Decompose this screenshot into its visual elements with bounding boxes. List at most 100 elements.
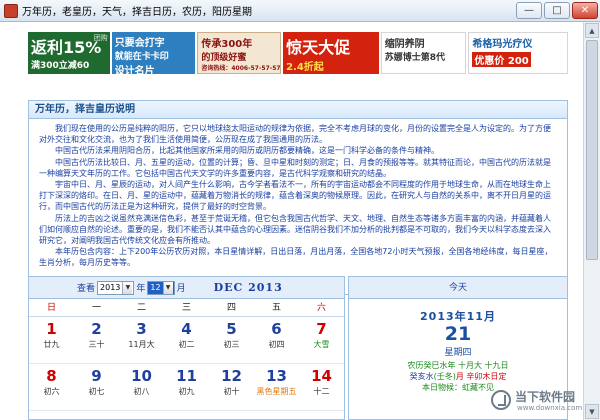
weekday-header: 六 bbox=[316, 303, 326, 313]
calendar-day-cell[interactable]: 6 初四 bbox=[254, 317, 299, 363]
view-label: 查看 bbox=[77, 284, 96, 294]
panel-body: 我们现在使用的公历是纯粹的阳历，它只以地球绕太阳运动的规律为依据，完全不考虑月球… bbox=[29, 119, 567, 269]
day-number: 7 bbox=[316, 320, 327, 338]
year-select[interactable]: 2013 ▼ bbox=[97, 280, 135, 295]
minimize-button[interactable]: — bbox=[516, 2, 542, 19]
ad-banner-rebate[interactable]: 团购 返利15% 满300立减60 bbox=[28, 32, 110, 74]
ad-banner-health[interactable]: 缩阴养阴 苏娜博士第8代 bbox=[380, 32, 467, 74]
app-client-area: 团购 返利15% 满300立减60 只要会打字 就能在卡卡印 设计名片 传承30… bbox=[0, 22, 583, 420]
panel-title: 万年历，择吉皇历说明 bbox=[29, 101, 567, 119]
ad-banner-business-cards[interactable]: 只要会打字 就能在卡卡印 设计名片 bbox=[111, 32, 196, 74]
weekday-header-row: 日 一 二 三 四 五 六 bbox=[29, 299, 344, 317]
today-lunar-date: 农历癸巳水年 十月大 十九日 bbox=[407, 361, 509, 370]
today-weekday: 星期四 bbox=[444, 348, 472, 358]
ad-banner-sale[interactable]: 惊天大促 2.4折起 bbox=[283, 32, 379, 74]
maximize-button[interactable]: □ bbox=[544, 2, 570, 19]
close-button[interactable]: ✕ bbox=[572, 2, 598, 19]
ad-subline: 的顶级好蜜 bbox=[201, 53, 247, 63]
day-number: 9 bbox=[91, 367, 102, 385]
site-watermark: 当下软件园 www.downxia.com bbox=[491, 386, 582, 416]
panel-paragraph: 宇宙中日、月、星辰的运动，对人间产生什么影响，古今学者看法不一，所有的宇宙运动都… bbox=[39, 180, 551, 212]
day-number: 5 bbox=[226, 320, 237, 338]
calendar-day-cell[interactable]: 7 大雪 bbox=[299, 317, 344, 363]
day-number: 3 bbox=[136, 320, 147, 338]
ad-banner-honey[interactable]: 传承300年 的顶级好蜜 咨询热线：4006-57-57-57 bbox=[197, 32, 282, 74]
watermark-logo-icon bbox=[491, 390, 511, 410]
day-number: 2 bbox=[91, 320, 102, 338]
day-lunar-label: 初十 bbox=[223, 387, 240, 396]
ad-tag: 团购 bbox=[93, 34, 108, 42]
day-lunar-label: 廿九 bbox=[43, 340, 60, 349]
day-number: 6 bbox=[271, 320, 282, 338]
watermark-cn: 当下软件园 bbox=[515, 390, 576, 404]
today-ganzhi-year: 癸亥水 bbox=[409, 372, 434, 381]
ad-headline: 只要会打字 bbox=[114, 38, 165, 49]
calendar-day-cell[interactable]: 4 初二 bbox=[164, 317, 209, 363]
calendar-week-row: 8 初六 9 初七 10 初八 11 初九 12 初十 13 黑色星期五 14 十二 bbox=[29, 364, 344, 411]
today-ganzhi-season: (壬冬) bbox=[433, 372, 456, 381]
ad-subline: 苏娜博士第8代 bbox=[384, 53, 445, 63]
scrollbar-thumb[interactable] bbox=[586, 40, 598, 260]
year-unit-label: 年 bbox=[136, 284, 146, 294]
calendar-toolbar: 查看 2013 ▼ 年 12 ▼ 月 DEC 2013 bbox=[29, 277, 344, 299]
day-number: 14 bbox=[311, 367, 332, 385]
calendar-day-cell[interactable]: 9 初七 bbox=[74, 364, 119, 410]
weekday-header: 日 bbox=[46, 303, 56, 313]
window-controls: — □ ✕ bbox=[516, 2, 598, 19]
panel-paragraph: 历法上的吉凶之说虽然充满迷信色彩，甚至于荒诞无稽，但它包含我国古代哲学、天文、地… bbox=[39, 213, 551, 246]
today-header: 今天 bbox=[349, 277, 567, 299]
window-titlebar[interactable]: 万年历，老皇历，天气，择吉日历，农历，阳历星期 — □ ✕ bbox=[0, 0, 600, 22]
day-lunar-label: 初四 bbox=[268, 340, 285, 349]
ad-hotline: 咨询热线：4006-57-57-57 bbox=[201, 65, 281, 72]
calendar-day-cell[interactable]: 12 初十 bbox=[209, 364, 254, 410]
day-number: 11 bbox=[176, 367, 197, 385]
ad-price-tag: 优惠价 bbox=[474, 56, 505, 67]
day-lunar-label: 三十 bbox=[88, 340, 105, 349]
month-unit-label: 月 bbox=[176, 284, 186, 294]
ad-subline: 就能在卡卡印 bbox=[114, 52, 169, 62]
scroll-down-arrow-icon[interactable]: ▼ bbox=[585, 404, 599, 419]
day-lunar-label: 初七 bbox=[88, 387, 105, 396]
panel-paragraph: 中国古代历法比较日、月、五星的运动，位置的计算；昏、旦中星和时刻的测定；日、月食… bbox=[39, 157, 551, 178]
ad-subline: 设计名片 bbox=[114, 66, 155, 74]
today-day-number: 21 bbox=[444, 323, 472, 345]
scroll-up-arrow-icon[interactable]: ▲ bbox=[585, 23, 599, 38]
ad-subline: 2.4折起 bbox=[286, 62, 324, 73]
explanation-panel: 万年历，择吉皇历说明 我们现在使用的公历是纯粹的阳历，它只以地球绕太阳运动的规律… bbox=[28, 100, 568, 295]
month-select[interactable]: 12 ▼ bbox=[147, 280, 175, 295]
weekday-header: 一 bbox=[91, 303, 101, 313]
panel-paragraph: 本年历包含内容：上下200年公历农历对照，本日星情详解，日出日落，月出月落，全国… bbox=[39, 247, 553, 268]
day-number: 1 bbox=[46, 320, 57, 338]
day-lunar-label: 十二 bbox=[313, 387, 330, 396]
ad-banner-light-therapy[interactable]: 希格玛光疗仪 优惠价 200 bbox=[468, 32, 568, 74]
ad-subline: 满300立减60 bbox=[31, 61, 90, 71]
calendar-month-title: DEC 2013 bbox=[213, 281, 283, 294]
calendar-grid: 1 廿九 2 三十 3 11月大 4 初二 5 初三 6 初四 7 大雪 8 初六 9 初七 10 初八 11 初九 12 初… bbox=[29, 317, 344, 411]
calendar-day-cell[interactable]: 10 初八 bbox=[119, 364, 164, 410]
calendar-day-cell[interactable]: 11 初九 bbox=[164, 364, 209, 410]
panel-paragraph: 中国古代历法采用阴阳合历，比起其他国家所采用的阳历或阴历都要精确，这是一门科学必… bbox=[55, 146, 439, 156]
today-ganzhi: 癸亥水(壬冬)月 辛卯木日定 bbox=[349, 371, 567, 382]
day-lunar-label: 初六 bbox=[43, 387, 60, 396]
calendar-day-cell[interactable]: 14 十二 bbox=[299, 364, 344, 410]
calendar-day-cell[interactable]: 2 三十 bbox=[74, 317, 119, 363]
calendar-day-cell[interactable]: 3 11月大 bbox=[119, 317, 164, 363]
day-lunar-label: 初九 bbox=[178, 387, 195, 396]
ad-headline: 希格玛光疗仪 bbox=[472, 39, 533, 50]
calendar-day-cell[interactable]: 8 初六 bbox=[29, 364, 74, 410]
day-lunar-label: 11月大 bbox=[128, 340, 155, 349]
calendar-day-cell[interactable]: 1 廿九 bbox=[29, 317, 74, 363]
vertical-scrollbar[interactable]: ▲ ▼ bbox=[583, 22, 600, 420]
day-lunar-label: 初三 bbox=[223, 340, 240, 349]
day-number: 4 bbox=[181, 320, 192, 338]
calendar-day-cell[interactable]: 13 黑色星期五 bbox=[254, 364, 299, 410]
month-select-value: 12 bbox=[150, 283, 161, 292]
day-number: 12 bbox=[221, 367, 242, 385]
ad-banner-strip: 团购 返利15% 满300立减60 只要会打字 就能在卡卡印 设计名片 传承30… bbox=[28, 32, 568, 74]
weekday-header: 二 bbox=[136, 303, 146, 313]
day-number: 13 bbox=[266, 367, 287, 385]
ad-headline: 惊天大促 bbox=[286, 38, 351, 57]
calendar-day-cell[interactable]: 5 初三 bbox=[209, 317, 254, 363]
month-calendar: 查看 2013 ▼ 年 12 ▼ 月 DEC 2013 日 一 二 三 四 五 … bbox=[28, 276, 345, 420]
weekday-header: 三 bbox=[181, 303, 191, 313]
